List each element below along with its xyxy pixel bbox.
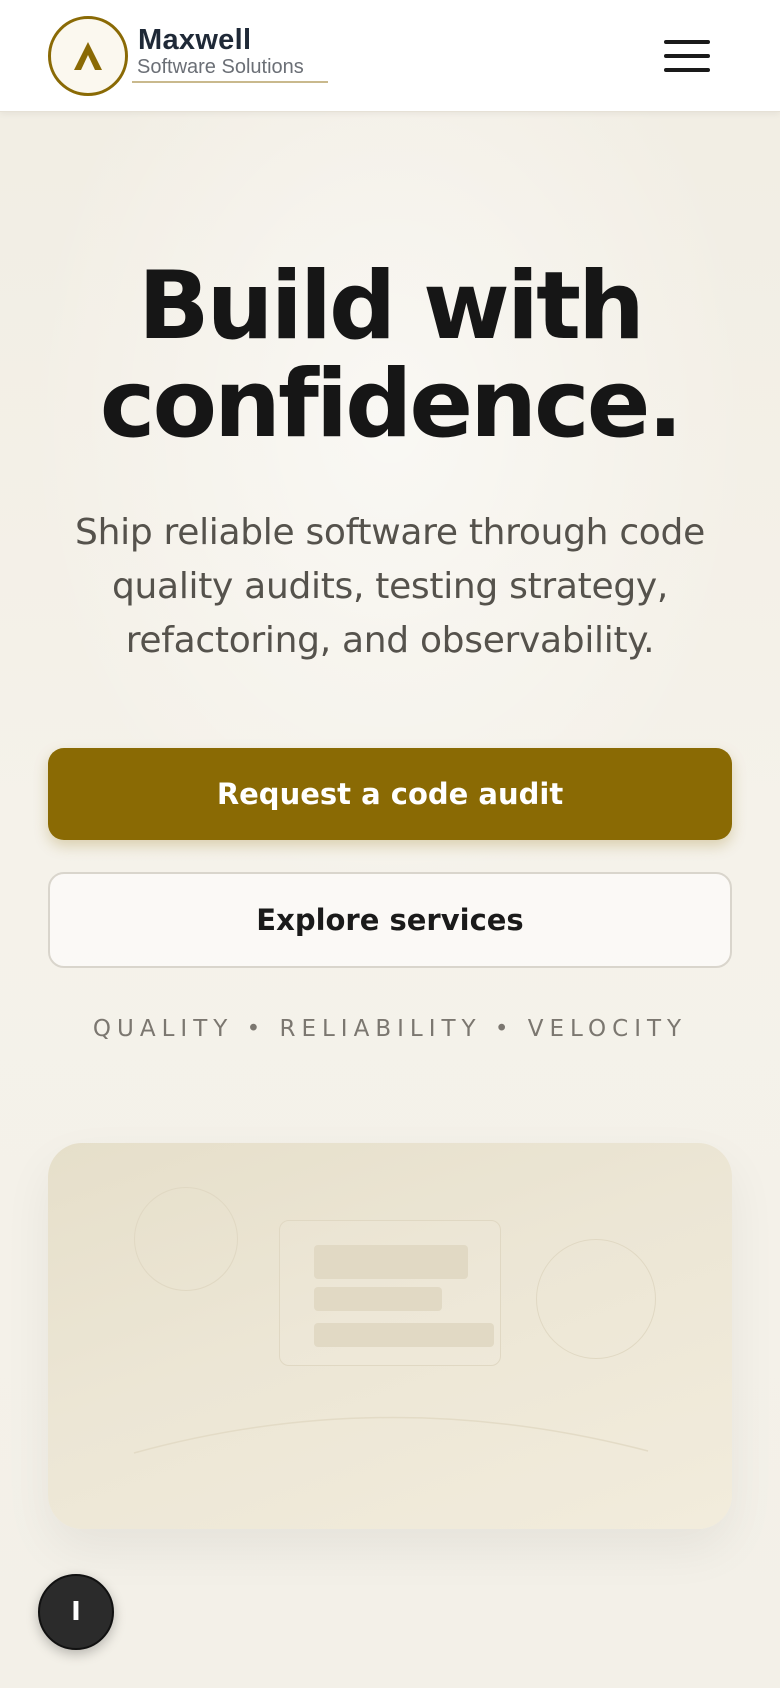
chevron-up-logo-icon [74, 42, 102, 70]
menu-line [664, 68, 710, 72]
hero-title: Build with confidence. [0, 258, 780, 454]
hero-title-line-1: Build with [138, 252, 645, 361]
floating-action-button[interactable]: I [38, 1574, 114, 1650]
hero-subtitle: Ship reliable software through code qual… [75, 512, 705, 661]
tagline: QUALITY • RELIABILITY • VELOCITY [92, 1016, 688, 1042]
page: Maxwell Software Solutions Build with co… [0, 0, 780, 1688]
site-header: Maxwell Software Solutions [0, 0, 780, 112]
hamburger-menu-icon[interactable] [664, 30, 716, 82]
brand-subtitle: Software Solutions [132, 56, 328, 83]
hero-title-line-2: confidence. [99, 350, 683, 459]
brand-name[interactable]: Maxwell [138, 24, 251, 57]
decorative-arc [133, 1416, 649, 1454]
menu-line [664, 54, 710, 58]
explore-services-button[interactable]: Explore services [48, 872, 732, 968]
request-audit-button[interactable]: Request a code audit [48, 748, 732, 840]
logo[interactable] [48, 16, 128, 96]
menu-line [664, 40, 710, 44]
hero-illustration-card [48, 1143, 732, 1529]
